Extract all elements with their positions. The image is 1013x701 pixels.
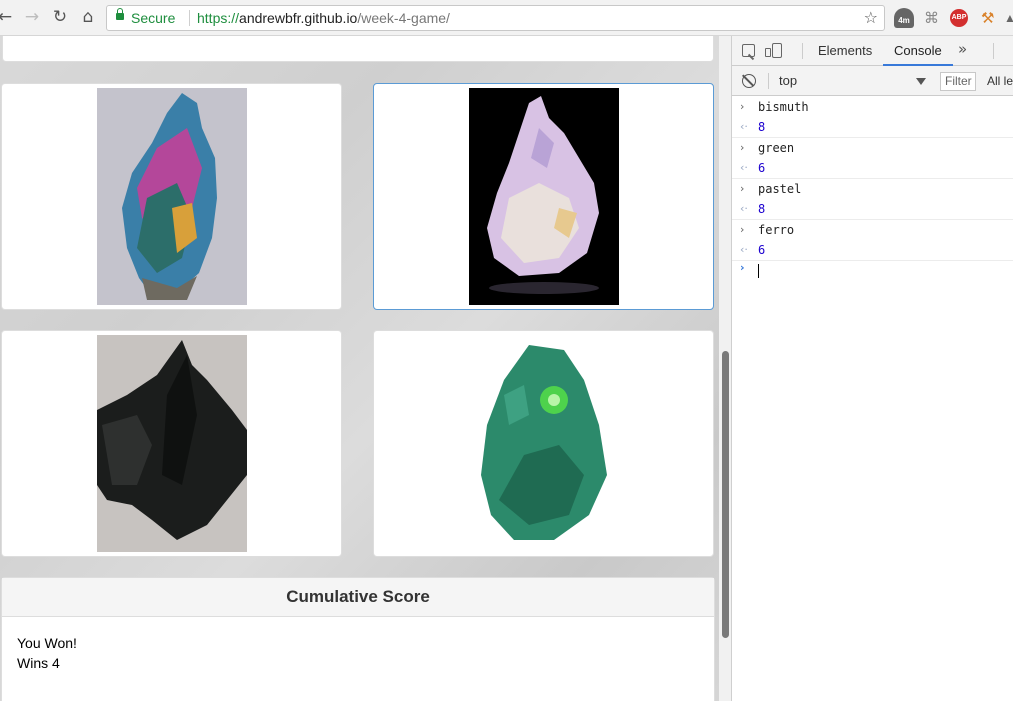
input-chevron-icon: › xyxy=(740,182,745,195)
device-toolbar-icon[interactable] xyxy=(765,43,782,58)
top-panel xyxy=(2,36,714,62)
output-arrow-icon: ‹· xyxy=(740,161,748,174)
console-input-text: ferro xyxy=(758,223,795,237)
tab-elements[interactable]: Elements xyxy=(807,36,883,66)
home-icon[interactable]: ⌂ xyxy=(77,6,99,28)
tab-console[interactable]: Console xyxy=(883,36,953,66)
console-input-row: › bismuth xyxy=(732,97,1013,117)
crystal-card-pastel[interactable] xyxy=(373,83,714,310)
console-output-text: 6 xyxy=(758,161,766,175)
console-output-row: ‹· 6 xyxy=(732,240,1013,261)
console-output-text: 8 xyxy=(758,202,766,216)
devtools-panel: Elements Console » top Filter All levels… xyxy=(731,36,1013,701)
console-input-row: › pastel xyxy=(732,179,1013,199)
output-arrow-icon: ‹· xyxy=(740,243,748,256)
score-body: You Won! Wins 4 xyxy=(2,617,714,673)
console-output-row: ‹· 8 xyxy=(732,117,1013,138)
back-icon[interactable]: ← xyxy=(0,6,16,28)
url-path: /week-4-game/ xyxy=(357,10,450,26)
context-value: top xyxy=(779,73,798,88)
extension-overflow-icon[interactable]: ▲ xyxy=(1004,9,1013,27)
browser-toolbar: ← → ↻ ⌂ Secure https://andrewbfr.github.… xyxy=(0,0,1013,36)
secure-label: Secure xyxy=(131,10,176,26)
crystal-card-green[interactable] xyxy=(373,330,714,557)
crystal-image-green[interactable] xyxy=(469,335,619,552)
caret-down-icon xyxy=(916,78,926,85)
console-input-row: › green xyxy=(732,138,1013,158)
console-input-text: green xyxy=(758,141,795,155)
address-bar[interactable]: Secure https://andrewbfr.github.io/week-… xyxy=(106,5,885,31)
console-output-text: 6 xyxy=(758,243,766,257)
page-scrollbar-thumb[interactable] xyxy=(722,351,729,638)
console-output-row: ‹· 6 xyxy=(732,158,1013,179)
forward-icon[interactable]: → xyxy=(21,6,43,28)
prompt-chevron-icon: › xyxy=(740,261,745,274)
crystal-image-pastel[interactable] xyxy=(469,88,619,305)
crystal-image-ferro[interactable] xyxy=(97,335,247,552)
page-viewport: Cumulative Score You Won! Wins 4 xyxy=(0,36,731,701)
clear-console-icon[interactable] xyxy=(742,74,756,88)
tabbar-divider-2 xyxy=(993,43,994,59)
cumulative-score-panel: Cumulative Score You Won! Wins 4 xyxy=(1,577,715,701)
filterbar-divider xyxy=(768,73,769,89)
text-cursor xyxy=(758,264,759,278)
score-heading: Cumulative Score xyxy=(2,578,714,617)
omnibox-divider xyxy=(189,10,190,26)
console-input-text: bismuth xyxy=(758,100,809,114)
output-arrow-icon: ‹· xyxy=(740,120,748,133)
input-chevron-icon: › xyxy=(740,100,745,113)
url-scheme: https:// xyxy=(197,10,240,26)
log-levels-dropdown[interactable]: All levels xyxy=(987,72,1013,91)
context-selector[interactable]: top xyxy=(779,71,926,91)
console-filterbar: top Filter All levels xyxy=(732,66,1013,96)
page-scrollbar[interactable] xyxy=(719,36,731,701)
extension-hammer-icon[interactable]: ⚒ xyxy=(981,9,995,27)
url-text[interactable]: https://andrewbfr.github.io/week-4-game/ xyxy=(197,10,450,26)
crystal-image-bismuth[interactable] xyxy=(97,88,247,305)
reload-icon[interactable]: ↻ xyxy=(49,6,71,28)
console-output: › bismuth ‹· 8 › green ‹· 6 › pastel ‹· … xyxy=(732,97,1013,281)
more-tabs-icon[interactable]: » xyxy=(958,40,967,58)
url-host: andrewbfr.github.io xyxy=(239,10,358,26)
input-chevron-icon: › xyxy=(740,223,745,236)
console-prompt[interactable]: › xyxy=(732,261,1013,281)
tabbar-divider xyxy=(802,43,803,59)
extension-command-icon[interactable]: ⌘ xyxy=(924,9,939,27)
lock-icon xyxy=(116,8,124,20)
devtools-tabbar: Elements Console » xyxy=(732,36,1013,66)
console-output-row: ‹· 8 xyxy=(732,199,1013,220)
extension-4m-icon[interactable]: 4m xyxy=(894,8,914,28)
crystal-card-ferro[interactable] xyxy=(1,330,342,557)
console-input-text: pastel xyxy=(758,182,802,196)
adblock-plus-icon[interactable]: ABP xyxy=(950,9,968,27)
crystal-card-bismuth[interactable] xyxy=(1,83,342,310)
input-chevron-icon: › xyxy=(740,141,745,154)
inspect-element-icon[interactable] xyxy=(742,44,755,57)
win-status: You Won! xyxy=(17,635,77,651)
console-input-row: › ferro xyxy=(732,220,1013,240)
output-arrow-icon: ‹· xyxy=(740,202,748,215)
console-output-text: 8 xyxy=(758,120,766,134)
console-filter-input[interactable]: Filter xyxy=(940,72,976,91)
wins-count: Wins 4 xyxy=(17,655,60,671)
bookmark-star-icon[interactable]: ☆ xyxy=(864,8,878,27)
